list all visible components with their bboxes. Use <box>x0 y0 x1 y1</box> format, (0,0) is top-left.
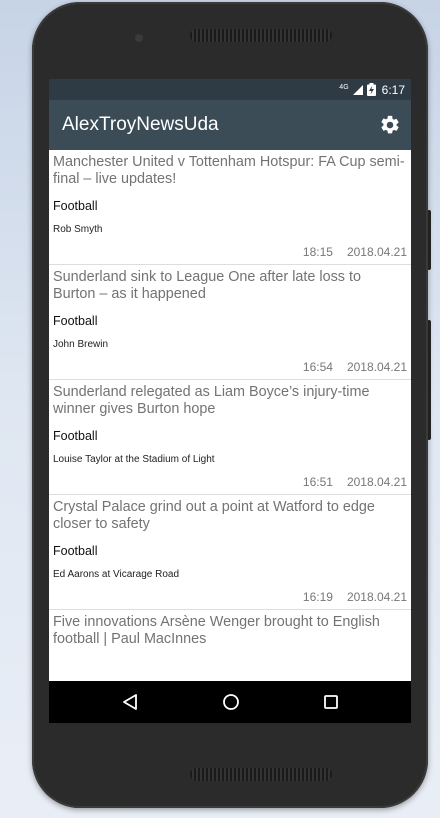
clock: 6:17 <box>381 82 405 97</box>
article-category: Football <box>53 429 98 443</box>
list-item[interactable]: Crystal Palace grind out a point at Watf… <box>49 495 411 610</box>
list-item[interactable]: Sunderland sink to League One after late… <box>49 265 411 380</box>
list-item[interactable]: Five innovations Arsène Wenger brought t… <box>49 610 411 681</box>
article-time: 16:54 <box>302 360 333 374</box>
article-date: 2018.04.21 <box>346 590 407 604</box>
article-category: Football <box>53 199 98 213</box>
article-author: Ed Aarons at Vicarage Road <box>53 569 180 580</box>
app-title: AlexTroyNewsUda <box>62 114 219 135</box>
article-time: 16:51 <box>302 475 333 489</box>
article-meta: 16:51 2018.04.21 <box>303 475 407 489</box>
list-item[interactable]: Sunderland relegated as Liam Boyce’s inj… <box>49 380 411 495</box>
device-screen: 4G 6:17 AlexTroyNewsUda Manchester Unite… <box>49 79 411 723</box>
article-meta: 16:19 2018.04.21 <box>303 590 407 604</box>
article-title: Manchester United v Tottenham Hotspur: F… <box>53 154 405 187</box>
news-list[interactable]: Manchester United v Tottenham Hotspur: F… <box>49 150 411 681</box>
bottom-speaker <box>190 768 332 781</box>
navigation-bar <box>49 681 411 723</box>
list-item[interactable]: Manchester United v Tottenham Hotspur: F… <box>49 150 411 265</box>
earpiece-speaker <box>190 29 332 42</box>
app-bar: AlexTroyNewsUda <box>49 100 411 150</box>
back-triangle-icon[interactable] <box>121 693 139 711</box>
article-date: 2018.04.21 <box>346 475 407 489</box>
article-title: Sunderland relegated as Liam Boyce’s inj… <box>53 384 370 417</box>
article-author: John Brewin <box>53 339 109 350</box>
article-title: Crystal Palace grind out a point at Watf… <box>53 499 375 532</box>
signal-icon <box>352 84 363 95</box>
article-meta: 16:54 2018.04.21 <box>303 360 407 374</box>
status-bar: 4G 6:17 <box>49 79 411 100</box>
article-category: Football <box>53 544 98 558</box>
gear-icon[interactable] <box>379 114 401 136</box>
article-meta: 18:15 2018.04.21 <box>303 245 407 259</box>
home-circle-icon[interactable] <box>222 693 240 711</box>
article-time: 16:19 <box>302 590 333 604</box>
front-camera <box>135 34 143 42</box>
article-author: Louise Taylor at the Stadium of Light <box>53 454 215 465</box>
network-label: 4G <box>339 83 349 91</box>
article-date: 2018.04.21 <box>346 360 407 374</box>
article-title: Sunderland sink to League One after late… <box>53 269 362 302</box>
recents-square-icon[interactable] <box>323 694 339 710</box>
article-date: 2018.04.21 <box>346 245 407 259</box>
battery-icon <box>366 83 376 96</box>
article-title: Five innovations Arsène Wenger brought t… <box>53 614 380 647</box>
article-time: 18:15 <box>302 245 333 259</box>
article-category: Football <box>53 314 98 328</box>
article-author: Rob Smyth <box>53 224 103 235</box>
